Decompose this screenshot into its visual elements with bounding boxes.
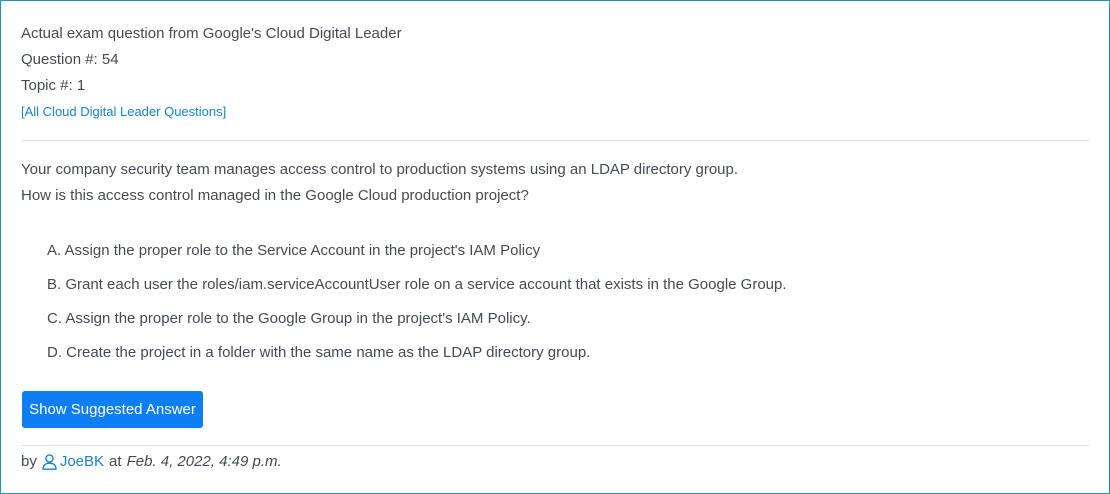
question-line-1: Your company security team manages acces… [21,161,739,178]
choices-list: A. Assign the proper role to the Service… [47,239,787,375]
post-date: Feb. 4, 2022, 4:49 p.m. [126,453,282,470]
post-meta: by JoeBK at Feb. 4, 2022, 4:49 p.m. [21,450,282,474]
at-label: at [109,453,122,470]
show-suggested-answer-button[interactable]: Show Suggested Answer [22,391,203,428]
topic-number: Topic #: 1 [21,77,86,94]
choice-b[interactable]: B. Grant each user the roles/iam.service… [47,273,787,307]
question-line-2: How is this access control managed in th… [21,187,529,204]
question-header: Actual exam question from Google's Cloud… [21,21,402,125]
footer-divider [21,445,1089,446]
by-label: by [21,453,37,470]
all-questions-link[interactable]: [All Cloud Digital Leader Questions] [21,99,402,125]
choice-c[interactable]: C. Assign the proper role to the Google … [47,307,787,341]
header-divider [21,140,1089,141]
choice-a[interactable]: A. Assign the proper role to the Service… [47,239,787,273]
question-card: Actual exam question from Google's Cloud… [0,0,1110,494]
question-number: Question #: 54 [21,51,119,68]
source-line: Actual exam question from Google's Cloud… [21,25,402,42]
username-link[interactable]: JoeBK [60,450,104,474]
user-icon [42,454,57,470]
question-text: Your company security team manages acces… [21,157,738,209]
choice-d[interactable]: D. Create the project in a folder with t… [47,341,787,375]
